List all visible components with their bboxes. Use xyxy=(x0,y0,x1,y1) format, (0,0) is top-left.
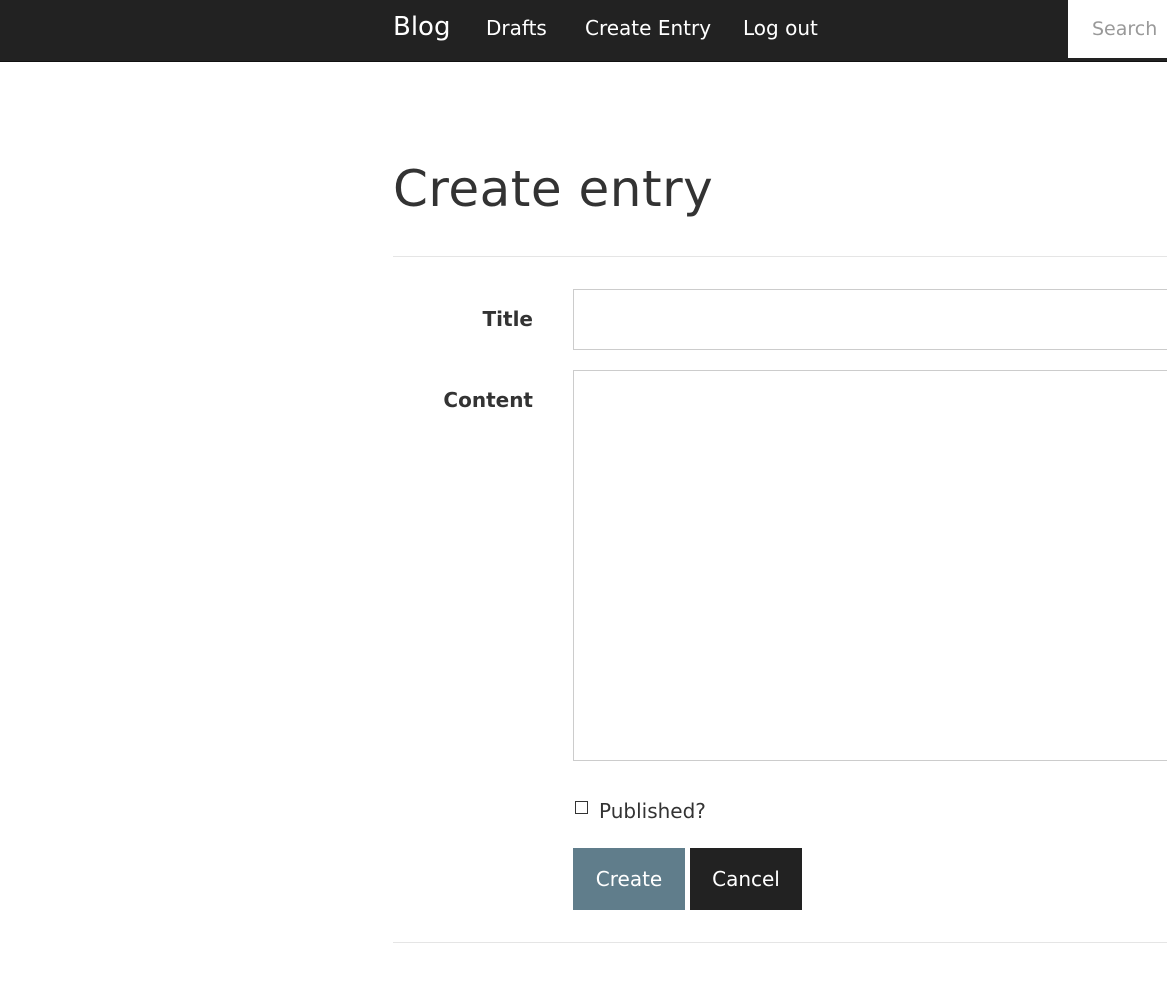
top-navbar: Blog Drafts Create Entry Log out xyxy=(0,0,1167,62)
content-textarea[interactable] xyxy=(573,370,1167,761)
published-checkbox[interactable] xyxy=(575,801,588,814)
cancel-button[interactable]: Cancel xyxy=(690,848,802,910)
nav-link-create-entry[interactable]: Create Entry xyxy=(585,16,711,40)
title-input[interactable] xyxy=(573,289,1167,350)
nav-link-drafts[interactable]: Drafts xyxy=(486,16,547,40)
divider-top xyxy=(393,256,1167,257)
brand-link[interactable]: Blog xyxy=(393,12,450,42)
content-label: Content xyxy=(443,388,533,412)
search-input[interactable] xyxy=(1068,0,1167,58)
create-button[interactable]: Create xyxy=(573,848,685,910)
title-label: Title xyxy=(482,307,533,331)
nav-link-log-out[interactable]: Log out xyxy=(743,16,818,40)
published-label[interactable]: Published? xyxy=(599,799,706,823)
page-title: Create entry xyxy=(393,160,714,218)
divider-bottom xyxy=(393,942,1167,943)
